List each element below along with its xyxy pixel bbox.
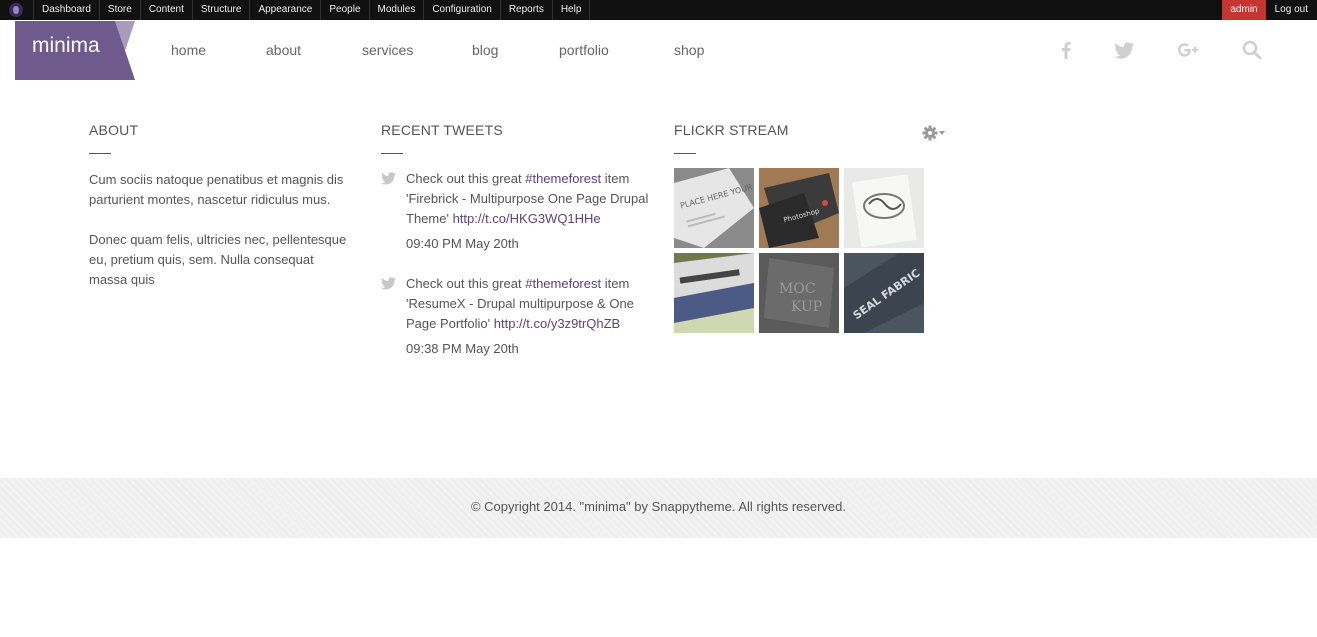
about-paragraph-2: Donec quam felis, ultricies nec, pellent… [89,232,347,287]
tweet-item: Check out this great #themeforest item '… [381,169,651,254]
flickr-thumbnail[interactable]: Photoshop [759,168,839,248]
tweet-text-prefix: Check out this great [406,276,526,291]
admin-menu-dashboard[interactable]: Dashboard [33,0,99,20]
gear-icon[interactable] [922,125,948,141]
tweets-divider [381,153,403,154]
svg-text:MOC: MOC [779,281,816,297]
admin-toolbar: Dashboard Store Content Structure Appear… [0,0,1317,20]
footer: © Copyright 2014. "minima" by Snappythem… [0,478,1317,538]
tweet-item: Check out this great #themeforest item '… [381,274,651,359]
twitter-icon[interactable] [1112,38,1136,62]
nav-home[interactable]: home [171,42,206,58]
nav-shop[interactable]: shop [674,42,704,58]
copyright-text: © Copyright 2014. "minima" by Snappythem… [470,499,847,514]
recent-tweets-block: RECENT TWEETS Check out this great #them… [381,122,651,359]
admin-menu-appearance[interactable]: Appearance [249,0,320,20]
admin-user-area: admin Log out [1222,0,1317,20]
google-plus-icon[interactable] [1176,38,1200,62]
flickr-stream-block: FLICKR STREAM PLACE HERE YOUR DESIGN [674,122,949,333]
admin-menu-help[interactable]: Help [551,0,591,20]
flickr-thumbnail[interactable] [674,253,754,333]
about-block: ABOUT Cum sociis natoque penatibus et ma… [89,122,354,290]
admin-user-link[interactable]: admin [1222,0,1266,20]
tweet-time: 09:40 PM May 20th [406,236,519,251]
nav-services[interactable]: services [362,42,413,58]
nav-portfolio[interactable]: portfolio [559,42,609,58]
flickr-thumbnail[interactable]: PLACE HERE YOUR DESIGN [674,168,754,248]
tweets-title: RECENT TWEETS [381,122,503,138]
tweet-url-link[interactable]: http://t.co/y3z9trQhZB [494,316,620,331]
nav-about[interactable]: about [266,42,301,58]
about-title: ABOUT [89,122,139,138]
about-divider [89,153,111,154]
tweet-hashtag-link[interactable]: #themeforest [525,276,601,291]
admin-menu-structure[interactable]: Structure [191,0,250,20]
flickr-thumbnail[interactable]: MOC KUP [759,253,839,333]
drupal-icon[interactable] [9,3,23,17]
tweet-text-prefix: Check out this great [406,171,526,186]
flickr-thumbnail[interactable]: SEAL FABRIC [844,253,924,333]
tweet-hashtag-link[interactable]: #themeforest [525,171,601,186]
admin-menu: Dashboard Store Content Structure Appear… [33,0,591,20]
flickr-thumbnail[interactable] [844,168,924,248]
flickr-title: FLICKR STREAM [674,122,789,138]
admin-menu-content[interactable]: Content [139,0,192,20]
flickr-thumbnail-grid: PLACE HERE YOUR DESIGN Photoshop [674,168,949,333]
admin-menu-people[interactable]: People [320,0,368,20]
logout-link[interactable]: Log out [1267,0,1317,20]
flickr-divider [674,153,696,154]
logo-text: minima [32,34,100,57]
tweet-url-link[interactable]: http://t.co/HKG3WQ1HHe [453,211,601,226]
search-icon[interactable] [1240,38,1264,62]
admin-menu-store[interactable]: Store [98,0,140,20]
twitter-bird-icon [381,277,396,290]
about-paragraph-1: Cum sociis natoque penatibus et magnis d… [89,172,344,207]
admin-menu-reports[interactable]: Reports [499,0,552,20]
admin-menu-modules[interactable]: Modules [368,0,424,20]
twitter-bird-icon [381,172,396,185]
tweet-time: 09:38 PM May 20th [406,341,519,356]
nav-blog[interactable]: blog [472,42,498,58]
facebook-icon[interactable] [1054,38,1078,62]
site-logo[interactable]: minima [15,21,135,80]
svg-text:KUP: KUP [791,299,822,315]
admin-menu-configuration[interactable]: Configuration [423,0,499,20]
